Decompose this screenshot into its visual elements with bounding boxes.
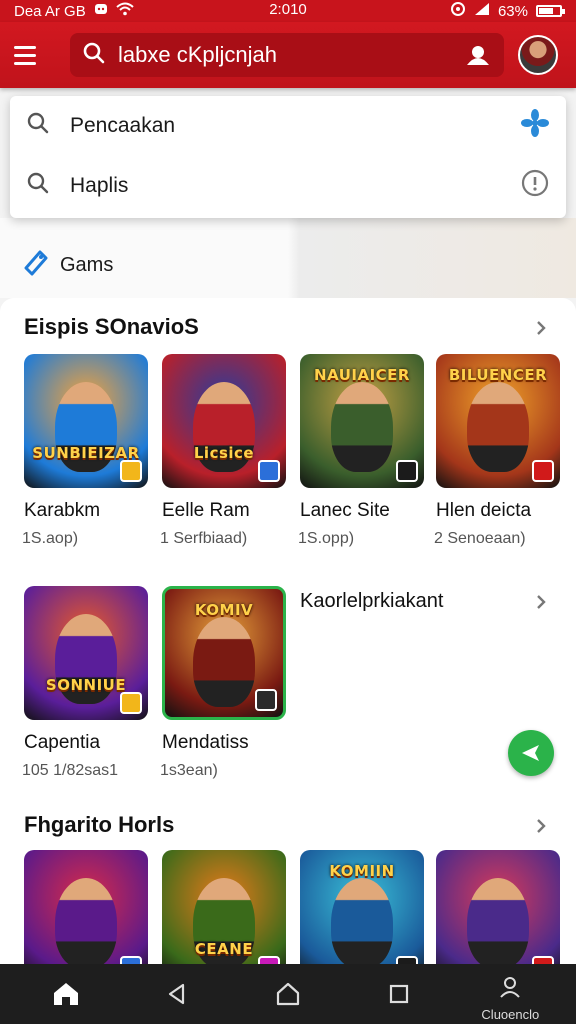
- recents-icon: [390, 984, 409, 1004]
- hamburger-icon: [14, 45, 36, 49]
- suggestion-text: Pencaakan: [70, 114, 176, 137]
- profile-nav-button[interactable]: Cluoenclo: [480, 964, 540, 1024]
- search-suggestions: Pencaakan Haplis: [10, 96, 566, 218]
- app-name[interactable]: Capentia: [24, 732, 100, 754]
- character-art: [193, 617, 255, 707]
- character-art: [467, 382, 529, 472]
- chevron-right-icon[interactable]: [532, 814, 554, 836]
- nav-bar: Cluoenclo: [0, 964, 576, 1024]
- chevron-right-icon[interactable]: [532, 590, 554, 612]
- app-meta: 1S.opp): [298, 530, 355, 547]
- app-icon-tile[interactable]: KOMIV: [162, 586, 286, 720]
- app-art-title: KOMIV: [194, 601, 254, 619]
- section-title: Kaorlelprkiakant: [300, 590, 444, 612]
- app-icon-tile[interactable]: Licsice: [162, 354, 286, 488]
- profile-nav-label: Cluoenclo: [481, 1007, 540, 1022]
- avatar[interactable]: [518, 35, 558, 75]
- app-icon-tile[interactable]: NAUIAICER: [300, 354, 424, 488]
- app-bar: labxe cKpljcnjah: [0, 22, 576, 88]
- home-nav-button[interactable]: [258, 964, 318, 1024]
- share-icon: [522, 745, 539, 761]
- app-name[interactable]: Lanec Site: [300, 500, 390, 522]
- search-input[interactable]: labxe cKpljcnjah: [70, 33, 504, 77]
- character-art: [331, 878, 393, 968]
- tag-icon: [22, 248, 50, 282]
- back-icon: [168, 983, 184, 1005]
- app-badge-icon: [258, 460, 280, 482]
- app-art-title: KOMIIN: [329, 862, 395, 880]
- section-title: Fhgarito Horls: [24, 812, 175, 837]
- app-meta: 1s3ean): [160, 762, 218, 779]
- recents-button[interactable]: [369, 964, 429, 1024]
- app-meta: 105 1/82sas1: [22, 762, 119, 779]
- app-meta: 2 Senoeaan): [434, 530, 526, 547]
- suggestion-item[interactable]: Pencaakan: [10, 96, 566, 156]
- search-icon: [82, 41, 106, 70]
- app-art-title: NAUIAICER: [314, 366, 410, 384]
- status-bar: Dea Ar GB 2:010 63%: [0, 0, 576, 22]
- app-name[interactable]: Hlen deicta: [436, 500, 531, 522]
- app-meta: 1 Serfbiaad): [160, 530, 248, 547]
- search-query: labxe cKpljcnjah: [118, 42, 277, 67]
- app-meta: 1S.aop): [22, 530, 79, 547]
- app-badge-icon: [120, 460, 142, 482]
- app-badge-icon: [532, 460, 554, 482]
- suggestion-item[interactable]: Haplis: [10, 156, 566, 216]
- app-art-title: BILUENCER: [448, 366, 548, 384]
- home-icon: [53, 983, 78, 1005]
- app-icon-tile[interactable]: BILUENCER: [436, 354, 560, 488]
- app-name[interactable]: Karabkm: [24, 500, 100, 522]
- home-button[interactable]: [36, 964, 96, 1024]
- main-card: Eispis SOnavioS SUNBIEIZAR Karabkm 1S.aop)…: [0, 298, 576, 796]
- suggestion-text: Haplis: [70, 174, 129, 197]
- app-badge-icon: [255, 689, 277, 711]
- house-outline-icon: [276, 982, 300, 1006]
- battery-icon: [536, 5, 565, 17]
- menu-button[interactable]: [14, 40, 44, 70]
- voice-search-icon[interactable]: [464, 41, 492, 69]
- character-art: [331, 382, 393, 472]
- app-name[interactable]: Eelle Ram: [162, 500, 250, 522]
- clock: 2:010: [269, 1, 307, 18]
- app-icon-tile[interactable]: SONNIUE: [24, 586, 148, 720]
- app-badge-icon: [396, 460, 418, 482]
- character-art: [55, 878, 117, 968]
- app-icon-tile[interactable]: SUNBIEIZAR: [24, 354, 148, 488]
- info-icon[interactable]: [520, 168, 550, 204]
- search-icon: [26, 171, 50, 201]
- share-button[interactable]: [508, 730, 554, 776]
- favorites-section: Fhgarito Horls CEANE KOMIIN: [0, 796, 576, 984]
- person-icon: [500, 977, 521, 998]
- character-art: [467, 878, 529, 968]
- app-badge-icon: [120, 692, 142, 714]
- back-button[interactable]: [147, 964, 207, 1024]
- fan-icon: [520, 108, 550, 144]
- games-link[interactable]: Gams: [22, 248, 113, 282]
- battery-level: [539, 8, 553, 14]
- search-icon: [26, 111, 50, 141]
- chevron-right-icon[interactable]: [532, 316, 554, 338]
- games-label: Gams: [60, 253, 114, 276]
- app-name[interactable]: Mendatiss: [162, 732, 249, 754]
- section-title: Eispis SOnavioS: [24, 314, 199, 339]
